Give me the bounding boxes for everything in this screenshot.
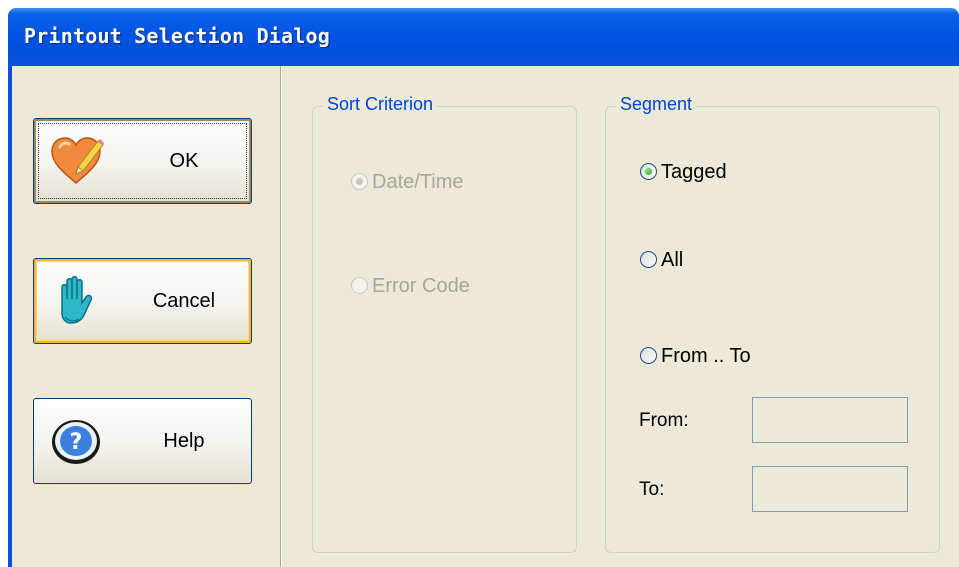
radio-all[interactable]: All xyxy=(640,247,683,273)
sort-criterion-group: Sort Criterion Date/Time Error Code xyxy=(312,94,577,553)
svg-text:?: ? xyxy=(70,430,83,455)
radio-date-time-label: Date/Time xyxy=(372,171,464,193)
sort-criterion-label: Sort Criterion xyxy=(323,94,438,115)
radio-date-time[interactable]: Date/Time xyxy=(351,169,464,195)
radio-from-to[interactable]: From .. To xyxy=(640,343,751,369)
segment-group: Segment Tagged All From .. To From: To: xyxy=(605,94,940,553)
to-label: To: xyxy=(639,479,665,500)
radio-indicator xyxy=(640,251,657,268)
button-panel: OK Cancel ? Help xyxy=(12,66,282,567)
help-button-label: Help xyxy=(163,430,205,452)
segment-label: Segment xyxy=(616,94,697,115)
radio-all-label: All xyxy=(661,249,684,271)
radio-indicator xyxy=(351,173,368,190)
ok-button-label: OK xyxy=(169,150,199,172)
radio-tagged[interactable]: Tagged xyxy=(640,159,727,185)
hand-stop-icon xyxy=(61,276,93,324)
radio-error-code-label: Error Code xyxy=(372,275,470,297)
title-bar[interactable]: Printout Selection Dialog xyxy=(8,8,959,66)
radio-from-to-label: From .. To xyxy=(661,345,751,367)
radio-indicator xyxy=(640,347,657,364)
help-button[interactable]: ? Help xyxy=(33,398,252,484)
cancel-button-label: Cancel xyxy=(152,290,216,312)
from-field[interactable] xyxy=(752,397,908,443)
dialog-body: OK Cancel ? Help Sort Criterion Date/Tim… xyxy=(8,66,959,567)
cancel-button[interactable]: Cancel xyxy=(33,258,252,344)
radio-indicator xyxy=(351,277,368,294)
radio-error-code[interactable]: Error Code xyxy=(351,273,470,299)
window-title: Printout Selection Dialog xyxy=(24,24,331,48)
to-field[interactable] xyxy=(752,466,908,512)
question-mark-icon: ? xyxy=(52,420,100,464)
printout-selection-dialog: Printout Selection Dialog OK Cancel ? He… xyxy=(8,8,959,567)
heart-pencil-icon xyxy=(51,137,104,184)
radio-indicator xyxy=(640,163,657,180)
radio-tagged-label: Tagged xyxy=(661,161,727,183)
ok-button[interactable]: OK xyxy=(33,118,252,204)
from-label: From: xyxy=(639,410,689,431)
